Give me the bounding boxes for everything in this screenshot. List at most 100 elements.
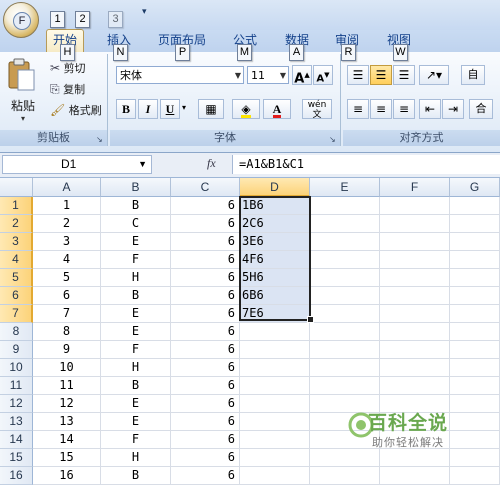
cell-g[interactable] [450, 287, 500, 305]
cell-g[interactable] [450, 233, 500, 251]
column-header-f[interactable]: F [380, 178, 450, 197]
cell-c[interactable]: 6 [171, 215, 240, 233]
cell-e[interactable] [310, 305, 380, 323]
phonetic-guide-button[interactable]: wén 文 [302, 99, 332, 120]
cell-a[interactable]: 13 [33, 413, 101, 431]
cell-d[interactable] [240, 431, 310, 449]
cell-c[interactable]: 6 [171, 467, 240, 485]
cell-b[interactable]: E [101, 413, 171, 431]
cell-e[interactable] [310, 269, 380, 287]
borders-button[interactable]: ▦ [198, 99, 224, 119]
cell-e[interactable] [310, 467, 380, 485]
cell-d[interactable]: 5H6 [240, 269, 310, 287]
cell-g[interactable] [450, 413, 500, 431]
cell-f[interactable] [380, 323, 450, 341]
cell-d[interactable]: 6B6 [240, 287, 310, 305]
row-header[interactable]: 14 [0, 431, 33, 449]
cell-c[interactable]: 6 [171, 359, 240, 377]
cell-c[interactable]: 6 [171, 305, 240, 323]
fill-color-button[interactable]: ◈ [232, 99, 260, 119]
row-header[interactable]: 9 [0, 341, 33, 359]
cell-a[interactable]: 1 [33, 197, 101, 215]
row-header[interactable]: 8 [0, 323, 33, 341]
cell-b[interactable]: H [101, 359, 171, 377]
font-size-dropdown-icon[interactable]: ▼ [280, 67, 286, 85]
cell-a[interactable]: 9 [33, 341, 101, 359]
row-header[interactable]: 5 [0, 269, 33, 287]
cell-c[interactable]: 6 [171, 233, 240, 251]
cell-a[interactable]: 3 [33, 233, 101, 251]
cell-e[interactable] [310, 359, 380, 377]
cell-b[interactable]: E [101, 305, 171, 323]
cell-a[interactable]: 7 [33, 305, 101, 323]
row-header[interactable]: 4 [0, 251, 33, 269]
column-header-c[interactable]: C [171, 178, 240, 197]
cell-f[interactable] [380, 197, 450, 215]
cell-b[interactable]: B [101, 467, 171, 485]
cell-a[interactable]: 10 [33, 359, 101, 377]
cell-a[interactable]: 14 [33, 431, 101, 449]
font-launcher-icon[interactable]: ↘ [329, 135, 338, 144]
cell-b[interactable]: H [101, 269, 171, 287]
row-header[interactable]: 6 [0, 287, 33, 305]
select-all-corner[interactable] [0, 178, 33, 197]
cell-e[interactable] [310, 449, 380, 467]
cell-e[interactable] [310, 341, 380, 359]
increase-indent-button[interactable]: ⇥ [442, 99, 464, 119]
cell-e[interactable] [310, 233, 380, 251]
cell-g[interactable] [450, 215, 500, 233]
cell-c[interactable]: 6 [171, 431, 240, 449]
cell-f[interactable] [380, 467, 450, 485]
cell-c[interactable]: 6 [171, 449, 240, 467]
cell-a[interactable]: 12 [33, 395, 101, 413]
cell-d[interactable]: 7E6 [240, 305, 310, 323]
cell-b[interactable]: H [101, 449, 171, 467]
cell-c[interactable]: 6 [171, 251, 240, 269]
cell-c[interactable]: 6 [171, 413, 240, 431]
cell-g[interactable] [450, 377, 500, 395]
align-middle-button[interactable]: ☰ [370, 65, 392, 85]
cell-f[interactable] [380, 233, 450, 251]
column-header-d[interactable]: D [240, 178, 310, 197]
cell-c[interactable]: 6 [171, 323, 240, 341]
fill-handle[interactable] [307, 316, 314, 323]
align-left-button[interactable]: ≡ [347, 99, 369, 119]
cell-d[interactable] [240, 377, 310, 395]
cell-b[interactable]: E [101, 395, 171, 413]
cell-c[interactable]: 6 [171, 197, 240, 215]
cell-g[interactable] [450, 251, 500, 269]
cell-e[interactable] [310, 323, 380, 341]
name-box-dropdown-icon[interactable]: ▼ [138, 156, 147, 173]
cell-d[interactable]: 3E6 [240, 233, 310, 251]
cell-d[interactable]: 2C6 [240, 215, 310, 233]
cell-d[interactable] [240, 359, 310, 377]
merge-center-button[interactable]: 合 [469, 99, 493, 119]
cell-c[interactable]: 6 [171, 287, 240, 305]
cell-c[interactable]: 6 [171, 395, 240, 413]
underline-button[interactable]: U [160, 99, 180, 119]
paste-dropdown-icon[interactable]: ▾ [6, 114, 40, 123]
underline-dropdown-icon[interactable]: ▾ [182, 103, 186, 112]
formula-input[interactable]: =A1&B1&C1 [232, 155, 500, 174]
cell-f[interactable] [380, 305, 450, 323]
font-size-combo[interactable]: 11 ▼ [247, 66, 289, 84]
cell-g[interactable] [450, 395, 500, 413]
cell-e[interactable] [310, 197, 380, 215]
bold-button[interactable]: B [116, 99, 136, 119]
column-header-g[interactable]: G [450, 178, 500, 197]
format-painter-button[interactable]: 🖌 格式刷 [50, 102, 102, 118]
cell-d[interactable] [240, 323, 310, 341]
cell-b[interactable]: B [101, 377, 171, 395]
cell-f[interactable] [380, 449, 450, 467]
row-header[interactable]: 1 [0, 197, 33, 215]
cell-d[interactable] [240, 395, 310, 413]
cell-g[interactable] [450, 467, 500, 485]
column-header-a[interactable]: A [33, 178, 101, 197]
cell-g[interactable] [450, 269, 500, 287]
cell-d[interactable] [240, 341, 310, 359]
align-center-button[interactable]: ≡ [370, 99, 392, 119]
cell-e[interactable] [310, 287, 380, 305]
cell-b[interactable]: F [101, 431, 171, 449]
row-header[interactable]: 15 [0, 449, 33, 467]
office-button[interactable]: F [3, 2, 39, 38]
